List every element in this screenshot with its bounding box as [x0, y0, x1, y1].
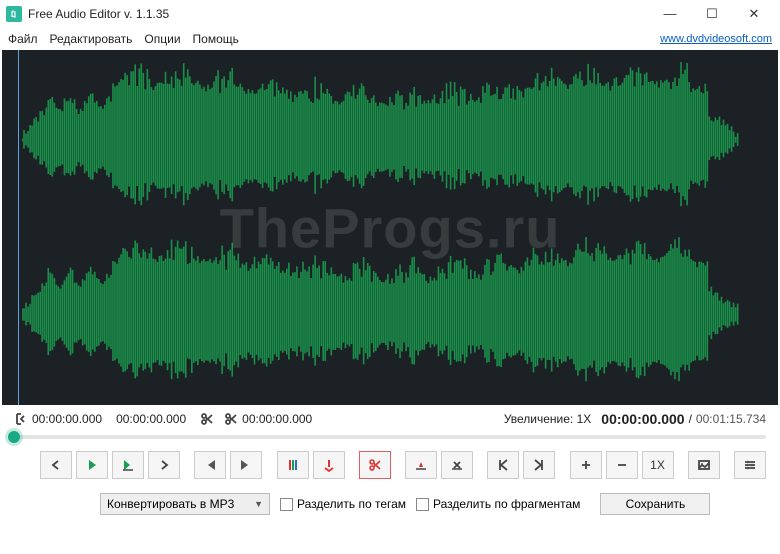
go-end-button[interactable] [523, 451, 555, 479]
scissors-icon [224, 412, 238, 426]
skip-forward-button[interactable] [230, 451, 262, 479]
save-button[interactable]: Сохранить [600, 493, 710, 515]
minimize-button[interactable]: — [658, 6, 682, 22]
cut-button[interactable] [359, 451, 391, 479]
split-tags-checkbox[interactable]: Разделить по тегам [280, 497, 406, 511]
website-link[interactable]: www.dvdvideosoft.com [660, 33, 772, 45]
seek-slider[interactable] [14, 435, 766, 439]
marker-add-button[interactable] [313, 451, 345, 479]
position-time: 00:00:00.000 [601, 411, 684, 427]
markers-button[interactable] [277, 451, 309, 479]
scissors-icon [200, 412, 214, 426]
zoom-out-button[interactable] [606, 451, 638, 479]
undo-button[interactable] [40, 451, 72, 479]
seek-thumb[interactable] [8, 431, 20, 443]
app-icon [6, 6, 22, 22]
skip-back-button[interactable] [194, 451, 226, 479]
settings-button[interactable] [734, 451, 766, 479]
chevron-down-icon: ▼ [254, 499, 263, 509]
zoom-in-button[interactable] [570, 451, 602, 479]
selection-start-icon [14, 412, 28, 426]
playhead-cursor[interactable] [18, 50, 19, 405]
go-start-button[interactable] [487, 451, 519, 479]
zoom-reset-button[interactable]: 1X [642, 451, 674, 479]
selection-end-time: 00:00:00.000 [116, 412, 186, 426]
total-time: 00:01:15.734 [696, 412, 766, 426]
format-dropdown-label: Конвертировать в MP3 [107, 497, 234, 511]
waveform-channel-right [22, 235, 770, 395]
cut-time: 00:00:00.000 [242, 412, 312, 426]
split-fragments-checkbox[interactable]: Разделить по фрагментам [416, 497, 580, 511]
trim-button[interactable] [405, 451, 437, 479]
menu-help[interactable]: Помощь [193, 32, 239, 46]
delete-button[interactable] [441, 451, 473, 479]
redo-button[interactable] [148, 451, 180, 479]
selection-start-time: 00:00:00.000 [32, 412, 102, 426]
waveform-area[interactable]: TheProgs.ru [2, 50, 778, 405]
close-button[interactable]: ✕ [742, 6, 766, 22]
format-dropdown[interactable]: Конвертировать в MP3 ▼ [100, 493, 270, 515]
zoom-label: Увеличение: 1X [504, 412, 591, 426]
menu-file[interactable]: Файл [8, 32, 38, 46]
menu-edit[interactable]: Редактировать [50, 32, 133, 46]
waveform-channel-left [22, 60, 770, 220]
time-separator: / [689, 412, 692, 426]
window-title: Free Audio Editor v. 1.1.35 [28, 7, 169, 21]
image-button[interactable] [688, 451, 720, 479]
maximize-button[interactable]: ☐ [700, 6, 724, 22]
menu-options[interactable]: Опции [144, 32, 180, 46]
play-selection-button[interactable] [112, 451, 144, 479]
play-button[interactable] [76, 451, 108, 479]
